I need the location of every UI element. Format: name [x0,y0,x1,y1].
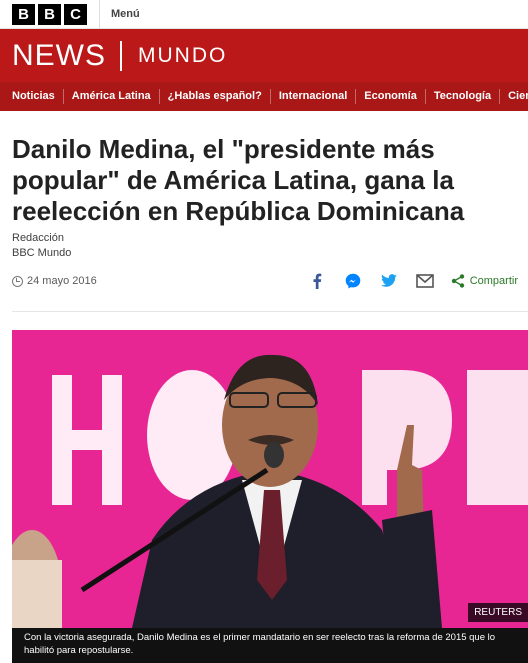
share-label: Compartir [469,275,518,287]
bbc-top-bar: B B C Menú [0,0,528,29]
author-source: BBC Mundo [12,247,72,259]
facebook-icon[interactable] [299,268,335,294]
publish-date: 24 mayo 2016 [12,275,97,287]
image-credit: REUTERS [468,603,528,622]
author-name: Redacción [12,232,64,244]
nav-item-tecnologia[interactable]: Tecnología [426,89,501,104]
nav-item-america-latina[interactable]: América Latina [64,89,160,104]
article-photo [12,330,528,628]
twitter-icon[interactable] [371,268,407,294]
nav-item-ciencia[interactable]: Cien [500,89,528,104]
news-banner: NEWS MUNDO [0,29,528,82]
byline: Redacción BBC Mundo [12,231,71,261]
nav-item-hablas-espanol[interactable]: ¿Hablas español? [160,89,271,104]
section-title[interactable]: MUNDO [138,44,227,68]
share-tools: Compartir [299,268,518,294]
bbc-logo[interactable]: B B C [12,3,87,25]
nav-item-economia[interactable]: Economía [356,89,426,104]
nav-item-internacional[interactable]: Internacional [271,89,357,104]
news-logo[interactable]: NEWS [12,39,106,73]
logo-letter: B [38,3,61,25]
divider [99,0,100,29]
image-caption: Con la victoria asegurada, Danilo Medina… [12,628,528,663]
article-headline: Danilo Medina, el "presidente más popula… [12,134,465,226]
email-icon[interactable] [407,268,443,294]
messenger-icon[interactable] [335,268,371,294]
clock-icon [12,275,23,287]
share-icon [451,274,464,288]
menu-button[interactable]: Menú [111,8,140,20]
logo-letter: C [64,3,87,25]
section-nav: Noticias América Latina ¿Hablas español?… [0,82,528,111]
divider [12,311,528,312]
divider [120,40,122,71]
logo-letter: B [12,3,35,25]
date-text: 24 mayo 2016 [27,275,97,287]
share-button[interactable]: Compartir [451,274,518,288]
nav-item-noticias[interactable]: Noticias [0,89,64,104]
